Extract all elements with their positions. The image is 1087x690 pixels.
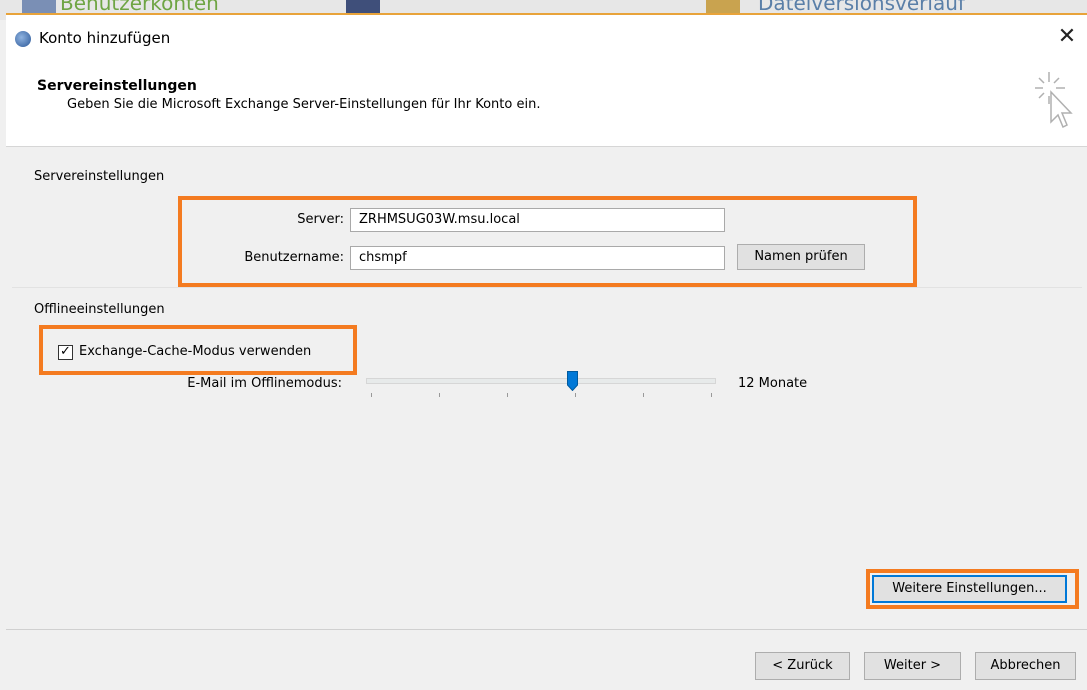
back-button[interactable]: < Zurück (755, 652, 850, 680)
background-app-icon (706, 0, 740, 14)
offline-mail-slider-thumb[interactable] (567, 371, 578, 391)
slider-tick (711, 393, 712, 397)
background-app-icon (346, 0, 380, 14)
background-app-icon (22, 0, 56, 14)
cache-mode-label[interactable]: Exchange-Cache-Modus verwenden (79, 344, 311, 359)
outlook-globe-icon (15, 31, 31, 47)
close-icon[interactable]: ✕ (1047, 21, 1087, 53)
username-label: Benutzername: (244, 250, 344, 265)
slider-tick (575, 393, 576, 397)
next-button[interactable]: Weiter > (864, 652, 961, 680)
offline-mail-slider-track[interactable] (366, 378, 716, 384)
slider-tick (371, 393, 372, 397)
sparkle-cursor-icon (1035, 72, 1073, 129)
more-settings-button[interactable]: Weitere Einstellungen... (872, 575, 1067, 603)
cache-mode-checkbox[interactable]: ✓ (58, 345, 73, 360)
window-title: Konto hinzufügen (39, 29, 171, 47)
username-input[interactable]: chsmpf (350, 246, 725, 270)
server-section-label: Servereinstellungen (34, 169, 165, 184)
check-names-button[interactable]: Namen prüfen (737, 244, 865, 270)
server-label: Server: (297, 212, 344, 227)
server-input[interactable]: ZRHMSUG03W.msu.local (350, 208, 725, 232)
offline-section-label: Offlineeinstellungen (34, 302, 165, 317)
section-divider (12, 287, 1082, 288)
footer-divider (6, 629, 1087, 630)
offline-mail-value: 12 Monate (738, 376, 808, 391)
header-title: Servereinstellungen (37, 78, 197, 94)
wizard-header: Servereinstellungen Geben Sie die Micros… (6, 60, 1087, 147)
slider-tick (507, 393, 508, 397)
title-bar: Konto hinzufügen ✕ (6, 15, 1087, 60)
header-subtitle: Geben Sie die Microsoft Exchange Server-… (67, 97, 541, 112)
cancel-button[interactable]: Abbrechen (975, 652, 1076, 680)
slider-tick (643, 393, 644, 397)
slider-tick (439, 393, 440, 397)
add-account-dialog: Konto hinzufügen ✕ Servereinstellungen G… (6, 13, 1087, 690)
offline-mail-label: E-Mail im Offlinemodus: (187, 376, 342, 391)
